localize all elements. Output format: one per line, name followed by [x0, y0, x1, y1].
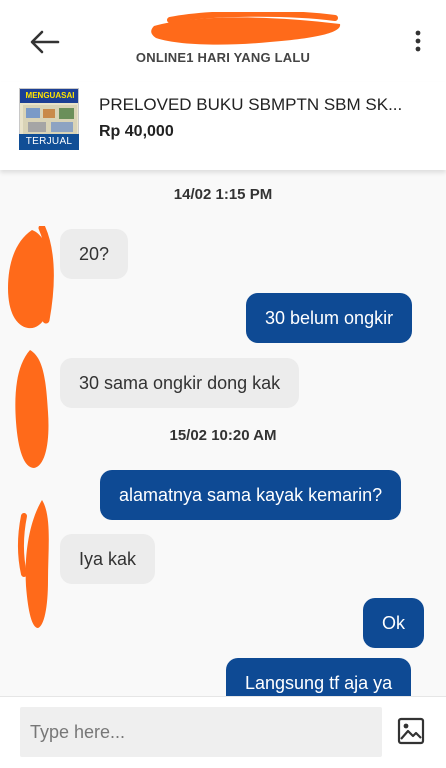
redacted-avatar — [15, 350, 49, 468]
message-outgoing: Langsung tf aja ya — [226, 658, 412, 696]
message-outgoing: alamatnya sama kayak kemarin? — [100, 470, 402, 520]
attach-image-icon[interactable] — [397, 717, 425, 745]
date-separator: 14/02 1:15 PM — [173, 186, 273, 203]
redacted-contact-name — [151, 12, 341, 45]
message-incoming: 30 sama ongkir dong kak — [60, 358, 300, 408]
message-incoming: 20? — [60, 229, 129, 279]
product-name: PRELOVED BUKU SBMPTN SBM SK... — [99, 95, 403, 114]
product-card[interactable]: MENGUASAI IPS TERJUAL PRELOVED BUKU SBMP… — [0, 82, 446, 170]
chat-header: ONLINE1 HARI YANG LALU — [0, 0, 446, 82]
message-composer: Type here... — [0, 696, 446, 768]
online-status: ONLINE1 HARI YANG LALU — [135, 50, 311, 65]
message-outgoing: 30 belum ongkir — [246, 293, 413, 343]
book-cover-art — [23, 105, 77, 135]
message-outgoing: Ok — [363, 598, 425, 648]
message-incoming: Iya kak — [60, 534, 156, 584]
thumbnail-title: MENGUASAI IPS — [20, 89, 78, 114]
product-price: Rp 40,000 — [99, 123, 174, 140]
message-input[interactable]: Type here... — [20, 707, 382, 757]
sold-badge: TERJUAL — [19, 134, 79, 150]
redacted-avatar — [18, 500, 49, 628]
date-separator: 15/02 10:20 AM — [169, 427, 277, 444]
redacted-avatar — [8, 226, 54, 329]
chat-messages[interactable]: 14/02 1:15 PM 20? 30 belum ongkir 30 sam… — [0, 170, 446, 696]
more-options-icon[interactable] — [408, 28, 428, 56]
